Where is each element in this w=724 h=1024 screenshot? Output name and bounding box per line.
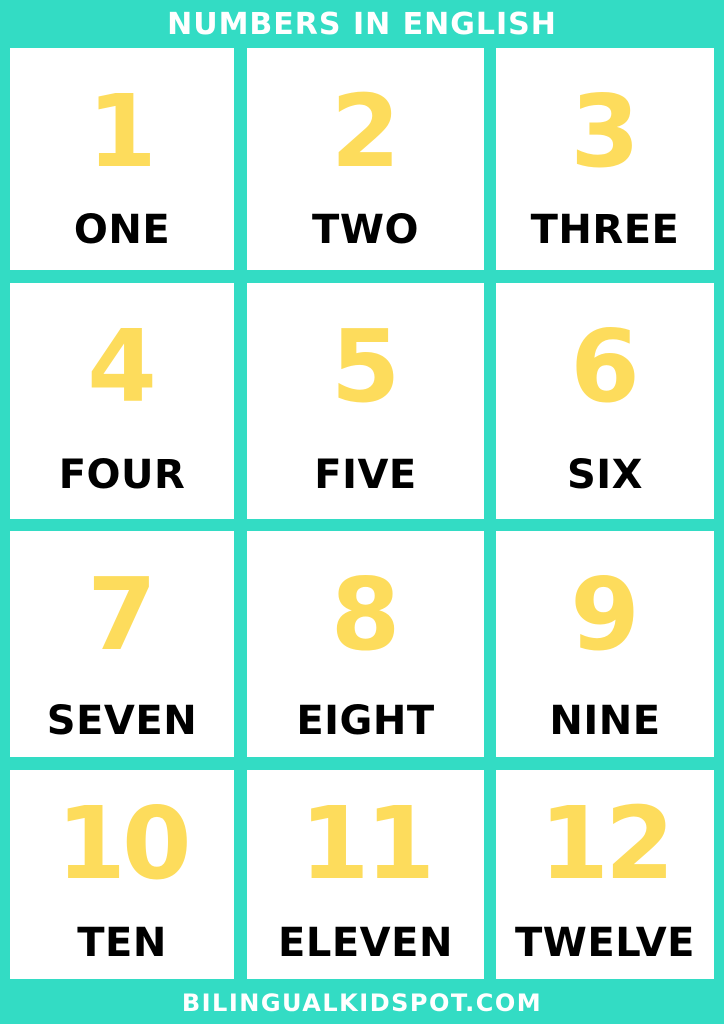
numbers-poster: NUMBERS IN ENGLISH 1 ONE 2 TWO 3 THREE 4… <box>0 0 724 1024</box>
card-digit: 2 <box>330 73 401 190</box>
number-card-5: 5 FIVE <box>247 283 484 519</box>
number-card-12: 12 TWELVE <box>496 770 714 979</box>
number-card-9: 9 NINE <box>496 531 714 757</box>
card-digit: 3 <box>570 73 640 190</box>
card-digit: 12 <box>539 785 674 902</box>
number-card-1: 1 ONE <box>10 48 234 270</box>
number-card-10: 10 TEN <box>10 770 234 979</box>
card-word: TEN <box>77 920 167 966</box>
card-word: ONE <box>73 207 171 253</box>
number-card-3: 3 THREE <box>496 48 714 270</box>
card-word: FIVE <box>314 452 417 498</box>
card-word: NINE <box>549 698 661 744</box>
card-digit: 1 <box>87 73 157 190</box>
card-word: SIX <box>566 452 644 498</box>
card-digit: 9 <box>570 556 640 673</box>
number-card-11: 11 ELEVEN <box>247 770 484 979</box>
card-word: EIGHT <box>296 698 435 744</box>
card-digit: 5 <box>330 308 401 425</box>
number-card-8: 8 EIGHT <box>247 531 484 757</box>
card-word: ELEVEN <box>278 920 453 966</box>
card-digit: 4 <box>87 308 157 425</box>
card-word: TWO <box>312 207 419 253</box>
card-digit: 11 <box>299 785 435 902</box>
card-digit: 7 <box>87 556 157 673</box>
number-card-7: 7 SEVEN <box>10 531 234 757</box>
site-url-footer: BILINGUALKIDSPOT.COM <box>181 989 543 1017</box>
number-card-6: 6 SIX <box>496 283 714 519</box>
card-word: TWELVE <box>515 920 695 966</box>
card-digit: 10 <box>56 785 191 902</box>
number-card-4: 4 FOUR <box>10 283 234 519</box>
card-word: FOUR <box>58 452 186 498</box>
card-word: SEVEN <box>46 698 198 744</box>
card-digit: 8 <box>330 556 401 673</box>
card-word: THREE <box>530 207 680 253</box>
number-card-grid: 1 ONE 2 TWO 3 THREE 4 FOUR 5 FIVE 6 SIX … <box>0 0 724 1024</box>
card-digit: 6 <box>570 308 640 425</box>
number-card-2: 2 TWO <box>247 48 484 270</box>
